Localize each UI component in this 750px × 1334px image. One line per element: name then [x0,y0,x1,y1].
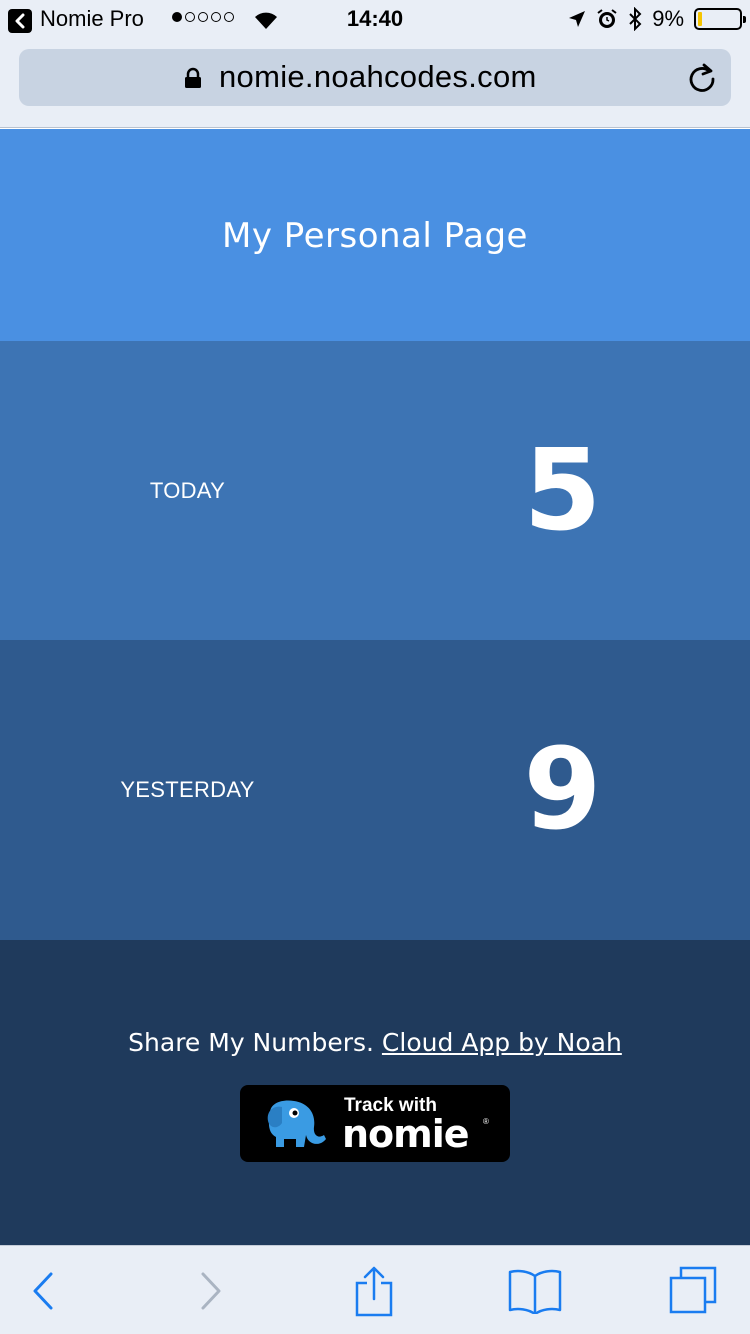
alarm-icon [597,9,617,28]
page-header: My Personal Page [0,129,750,341]
status-bar: Nomie Pro 14:40 9% [0,0,750,40]
location-icon [569,11,586,27]
cloud-app-link[interactable]: Cloud App by Noah [382,1028,622,1057]
url-field[interactable]: nomie.noahcodes.com [19,49,731,106]
status-right-icons: 9% [568,6,746,32]
stat-row-yesterday: YESTERDAY 9 [0,640,750,940]
bookmarks-button[interactable] [495,1246,575,1334]
browser-toolbar [0,1245,750,1334]
back-icon [33,1272,53,1309]
reload-icon[interactable] [687,62,717,94]
bluetooth-icon [629,7,642,31]
share-text: Share My Numbers. [128,1028,374,1057]
tabs-icon [669,1266,717,1313]
lock-icon [185,67,201,88]
forward-icon [201,1272,221,1309]
page-footer: Share My Numbers. Cloud App by Noah Trac… [0,940,750,1245]
share-line: Share My Numbers. Cloud App by Noah [0,1028,750,1057]
share-button[interactable] [334,1246,414,1334]
elephant-icon [267,1100,326,1147]
url-text: nomie.noahcodes.com [219,59,537,94]
stat-row-today: TODAY 5 [0,341,750,640]
address-bar-area: nomie.noahcodes.com [0,40,750,128]
page-content: My Personal Page TODAY 5 YESTERDAY 9 Sha… [0,129,750,1245]
tabs-button[interactable] [653,1246,733,1334]
battery-fill [698,12,702,26]
track-with-nomie-badge[interactable]: Track with nomie ® [240,1085,510,1162]
badge-brand-text: nomie [342,1112,470,1156]
badge-registered-mark: ® [483,1117,489,1126]
page-title: My Personal Page [222,216,528,256]
battery-icon [694,8,746,30]
forward-button[interactable] [171,1246,251,1334]
stat-label: YESTERDAY [120,777,255,802]
bookmarks-icon [508,1269,562,1314]
back-button[interactable] [3,1246,83,1334]
stat-label: TODAY [149,477,226,503]
share-icon [355,1266,393,1316]
battery-percent: 9% [652,6,684,31]
stat-value: 9 [523,725,602,855]
stat-value: 5 [523,425,602,556]
